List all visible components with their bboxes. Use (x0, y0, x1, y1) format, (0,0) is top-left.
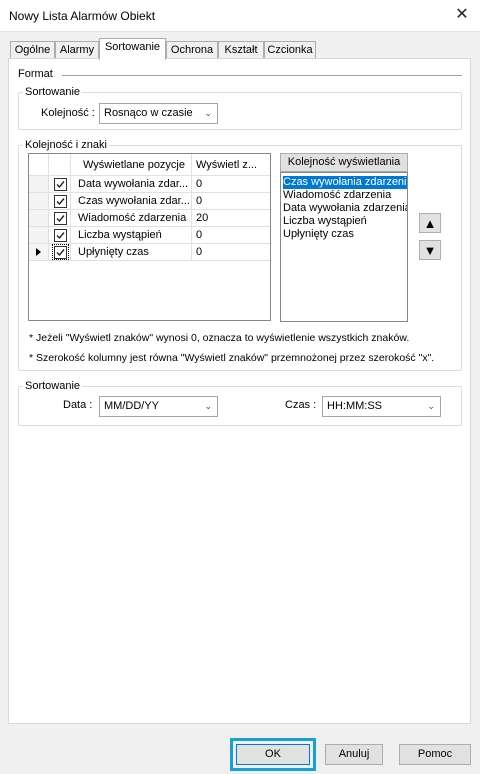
position-cell[interactable]: Wiadomość zdarzenia (71, 210, 192, 227)
display-order-list[interactable]: Czas wywołania zdarzenia Wiadomość zdarz… (280, 172, 408, 322)
row-header-current[interactable] (29, 244, 49, 261)
row-checkbox[interactable] (54, 229, 67, 242)
list-item[interactable]: Data wywołania zdarzenia (283, 202, 407, 215)
display-order-button[interactable]: Kolejność wyświetlania (280, 153, 408, 172)
chevron-down-icon: ⌄ (427, 401, 435, 411)
tab-label: Sortowanie (104, 41, 161, 53)
tab-sortowanie[interactable]: Sortowanie (99, 38, 166, 60)
order-select-value: Rosnąco w czasie (104, 107, 193, 119)
row-checkbox[interactable] (54, 212, 67, 225)
chars-cell[interactable]: 20 (192, 210, 270, 227)
time-format-value: HH:MM:SS (327, 400, 382, 412)
check-cell (49, 176, 71, 193)
grid-check-header (49, 154, 71, 176)
position-cell[interactable]: Data wywołania zdar... (71, 176, 192, 193)
sort-order-legend: Sortowanie (23, 86, 83, 98)
check-cell (49, 210, 71, 227)
help-button[interactable]: Pomoc (399, 744, 471, 765)
title-bar: Nowy Lista Alarmów Obiekt ✕ (0, 0, 480, 32)
date-format-value: MM/DD/YY (104, 400, 159, 412)
position-cell[interactable]: Liczba wystąpień (71, 227, 192, 244)
check-cell (49, 244, 71, 261)
sort-format-legend: Sortowanie (23, 380, 83, 392)
tab-label: Kształt (224, 44, 258, 56)
row-checkbox[interactable] (54, 246, 67, 259)
order-chars-legend: Kolejność i znaki (23, 139, 109, 151)
ok-button[interactable]: OK (236, 744, 310, 765)
check-cell (49, 227, 71, 244)
chars-cell[interactable]: 0 (192, 227, 270, 244)
current-row-icon (36, 248, 41, 256)
tab-label: Alarmy (59, 44, 95, 56)
display-items-grid[interactable]: Wyświetlane pozycje Wyświetl z... Data w… (28, 153, 271, 321)
row-checkbox[interactable] (54, 195, 67, 208)
time-label: Czas : (285, 399, 317, 411)
check-cell (49, 193, 71, 210)
list-item[interactable]: Wiadomość zdarzenia (283, 189, 391, 202)
move-up-button[interactable]: ▲ (419, 213, 441, 233)
row-header[interactable] (29, 193, 49, 210)
row-header[interactable] (29, 210, 49, 227)
note-column-width: * Szerokość kolumny jest równa "Wyświetl… (29, 352, 435, 364)
grid-empty-area (29, 261, 270, 320)
position-cell[interactable]: Upłynięty czas (71, 244, 192, 261)
window-title: Nowy Lista Alarmów Obiekt (9, 9, 156, 23)
arrow-down-icon: ▼ (423, 243, 437, 258)
time-format-select[interactable]: HH:MM:SS ⌄ (322, 396, 441, 417)
row-header[interactable] (29, 227, 49, 244)
move-down-button[interactable]: ▼ (419, 240, 441, 260)
list-item-selected[interactable]: Czas wywołania zdarzenia (283, 176, 407, 189)
cancel-button[interactable]: Anuluj (325, 744, 383, 765)
close-icon[interactable]: ✕ (444, 0, 480, 32)
chevron-down-icon: ⌄ (204, 108, 212, 118)
tab-label: Czcionka (267, 44, 313, 56)
date-format-select[interactable]: MM/DD/YY ⌄ (99, 396, 218, 417)
chars-cell[interactable]: 0 (192, 193, 270, 210)
chars-cell[interactable]: 0 (192, 176, 270, 193)
tab-label: Ogólne (14, 44, 51, 56)
date-label: Data : (63, 399, 93, 411)
col-header-chars[interactable]: Wyświetl z... (192, 154, 270, 176)
row-checkbox[interactable] (54, 178, 67, 191)
col-header-position[interactable]: Wyświetlane pozycje (71, 154, 192, 176)
grid-corner (29, 154, 49, 176)
tab-label: Ochrona (170, 44, 214, 56)
arrow-up-icon: ▲ (423, 216, 437, 231)
order-select[interactable]: Rosnąco w czasie ⌄ (99, 103, 218, 124)
row-header[interactable] (29, 176, 49, 193)
format-label: Format (18, 68, 53, 80)
note-zero-chars: * Jeżeli "Wyświetl znaków" wynosi 0, ozn… (29, 332, 410, 344)
format-divider (62, 75, 462, 76)
chars-cell[interactable]: 0 (192, 244, 270, 261)
chevron-down-icon: ⌄ (204, 401, 212, 411)
position-cell[interactable]: Czas wywołania zdar... (71, 193, 192, 210)
list-item[interactable]: Liczba wystąpień (283, 215, 367, 228)
order-label: Kolejność : (41, 107, 95, 119)
list-item[interactable]: Upłynięty czas (283, 228, 354, 241)
